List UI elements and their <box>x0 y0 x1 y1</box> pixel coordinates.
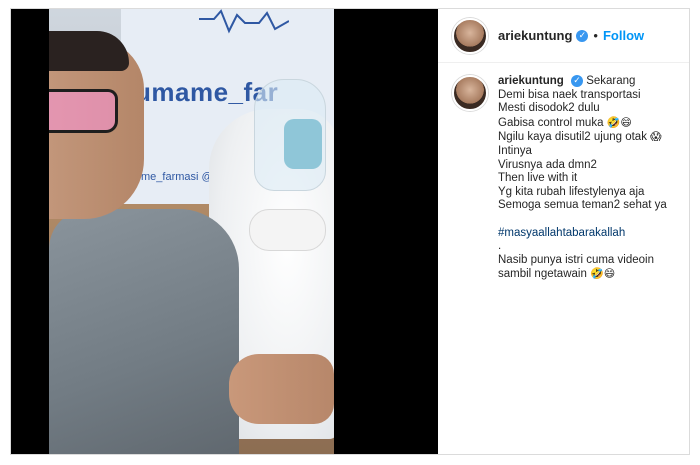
caption-verified-badge-icon: ✓ <box>571 75 584 87</box>
caption-line: Virusnya ada dmn2 <box>498 158 597 171</box>
man-glasses <box>49 89 118 133</box>
heartbeat-wave-graphic <box>199 9 289 34</box>
caption-line: Gabisa control muka 🤣😄 <box>498 116 667 131</box>
caption-line: Ngilu kaya disutil2 ujung otak 😱 <box>498 130 667 145</box>
video-frame[interactable]: umame_far me_farmasi @ <box>49 9 334 454</box>
man-arm <box>229 354 334 424</box>
caption-row: ariekuntung ✓ Sekarang Demi bisa naek tr… <box>452 75 675 282</box>
nurse-mask <box>284 119 322 169</box>
user-avatar[interactable] <box>452 17 488 54</box>
caption-line: Yg kita rubah lifestylenya aja <box>498 185 645 198</box>
caption-line: Demi bisa naek transportasi <box>498 88 641 101</box>
laughing-emoji-icon: 🤣😄 <box>606 115 632 129</box>
caption-body: ariekuntung ✓ Sekarang Demi bisa naek tr… <box>498 75 667 282</box>
caption-dot: . <box>498 240 502 253</box>
caption-line: Intinya <box>498 145 532 157</box>
caption-avatar[interactable] <box>452 75 488 111</box>
laughing-emoji-icon: 🤣😄 <box>590 267 616 281</box>
caption-text: Ngilu kaya disutil2 ujung otak <box>498 131 647 144</box>
man-hair <box>49 31 129 71</box>
caption-text: Gabisa control muka <box>498 116 604 129</box>
verified-badge-icon: ✓ <box>576 29 589 42</box>
header-separator: • <box>593 28 598 43</box>
swab-glove <box>249 209 326 251</box>
instagram-post: umame_far me_farmasi @ ariekuntung ✓ • F… <box>10 8 690 455</box>
man-shirt <box>49 209 239 454</box>
video-player[interactable]: umame_far me_farmasi @ <box>11 9 438 454</box>
caption-line-1: ariekuntung ✓ Sekarang <box>498 75 667 89</box>
post-header: ariekuntung ✓ • Follow <box>438 9 689 63</box>
caption-username[interactable]: ariekuntung <box>498 75 564 87</box>
scream-emoji-icon: 😱 <box>650 130 662 144</box>
banner-text-small: me_farmasi @ <box>141 171 213 183</box>
caption-text: sambil ngetawain <box>498 268 587 281</box>
caption-line: Mesti disodok2 dulu <box>498 102 600 115</box>
caption-section: ariekuntung ✓ Sekarang Demi bisa naek tr… <box>438 63 689 454</box>
caption-line: sambil ngetawain 🤣😄 <box>498 267 667 282</box>
hashtag-link[interactable]: #masyaallahtabarakallah <box>498 227 667 241</box>
caption-text: Sekarang <box>586 75 636 88</box>
caption-line: Nasib punya istri cuma videoin <box>498 253 654 266</box>
header-username[interactable]: ariekuntung <box>498 28 572 43</box>
caption-line: Semoga semua teman2 sehat ya <box>498 199 667 212</box>
follow-button[interactable]: Follow <box>603 28 644 43</box>
caption-line: Then live with it <box>498 172 578 185</box>
